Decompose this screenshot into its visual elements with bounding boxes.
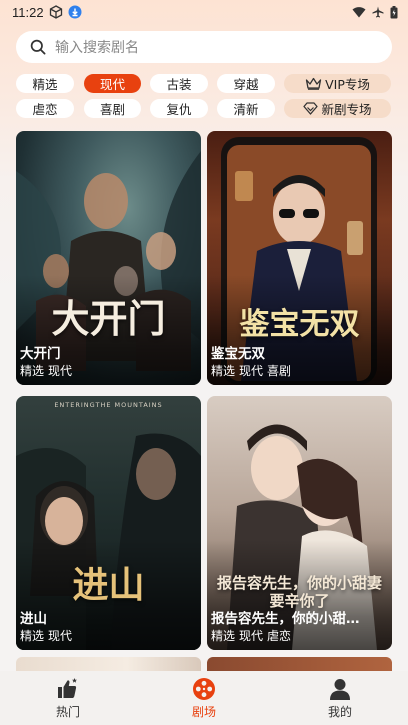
drama-tag: 现代 bbox=[239, 364, 264, 378]
drama-title: 大开门 bbox=[20, 346, 61, 362]
drama-tag: 现代 bbox=[239, 629, 264, 643]
drama-tags: 精选 现代 虐恋 bbox=[211, 627, 291, 644]
filter-chip-xiandai[interactable]: 现代 bbox=[84, 74, 141, 93]
bottom-nav: 热门 剧场 我的 bbox=[0, 671, 408, 725]
drama-tag: 喜剧 bbox=[267, 364, 292, 378]
drama-tag: 精选 bbox=[211, 364, 236, 378]
drama-tag: 精选 bbox=[20, 629, 45, 643]
drama-card[interactable]: 报告容先生，你的小甜妻要辛你了 报告容先生，你的小甜… 精选 现代 虐恋 bbox=[207, 396, 392, 650]
nav-item-theater[interactable]: 剧场 bbox=[154, 677, 254, 720]
drama-card-peek[interactable] bbox=[16, 657, 201, 671]
filter-chip-xiju[interactable]: 喜剧 bbox=[84, 99, 141, 118]
wifi-icon bbox=[352, 7, 366, 18]
search-icon bbox=[30, 39, 46, 55]
drama-title: 进山 bbox=[20, 611, 47, 627]
vip-zone-label: VIP专场 bbox=[325, 77, 370, 92]
nav-label-theater: 剧场 bbox=[191, 704, 216, 719]
poster-title-art: 报告容先生，你的小甜妻要辛你了 bbox=[216, 574, 382, 610]
drama-title: 鉴宝无双 bbox=[211, 346, 265, 362]
drama-tag: 现代 bbox=[48, 629, 73, 643]
filter-chip-jingxuan[interactable]: 精选 bbox=[16, 74, 74, 93]
drama-tags: 精选 现代 bbox=[20, 362, 72, 379]
nav-item-mine[interactable]: 我的 bbox=[290, 677, 390, 720]
filter-chip-fuchou[interactable]: 复仇 bbox=[150, 99, 208, 118]
new-drama-zone-label: 新剧专场 bbox=[321, 102, 372, 117]
poster-title-art: 大开门 bbox=[51, 296, 166, 341]
filter-chip-guzhuang[interactable]: 古装 bbox=[150, 74, 208, 93]
nav-label-hot: 热门 bbox=[55, 704, 80, 719]
user-icon bbox=[330, 678, 350, 700]
poster-title-art: 鉴宝无双 bbox=[239, 307, 360, 342]
drama-card-peek[interactable] bbox=[207, 657, 392, 671]
diamond-icon bbox=[303, 102, 319, 115]
drama-tag: 虐恋 bbox=[267, 629, 292, 643]
drama-card[interactable]: 鉴宝无双 鉴宝无双 精选 现代 喜剧 bbox=[207, 131, 392, 385]
search-input[interactable]: 输入搜索剧名 bbox=[16, 31, 392, 63]
status-time: 11:22 bbox=[12, 4, 44, 20]
download-icon bbox=[68, 5, 82, 19]
filter-chip-qingxin[interactable]: 清新 bbox=[217, 99, 275, 118]
drama-card[interactable]: 大开门 大开门 精选 现代 bbox=[16, 131, 201, 385]
filter-chip-chuanyue[interactable]: 穿越 bbox=[217, 74, 275, 93]
crown-icon bbox=[305, 77, 322, 90]
drama-card[interactable]: ENTERINGTHE MOUNTAINS 进山 进山 精选 现代 bbox=[16, 396, 201, 650]
drama-tag: 现代 bbox=[48, 364, 73, 378]
filter-chip-nuelian[interactable]: 虐恋 bbox=[16, 99, 74, 118]
search-placeholder: 输入搜索剧名 bbox=[55, 40, 139, 56]
battery-icon bbox=[390, 5, 398, 18]
drama-tags: 精选 现代 喜剧 bbox=[211, 362, 291, 379]
poster-caption: ENTERINGTHE MOUNTAINS bbox=[54, 401, 163, 409]
nav-label-mine: 我的 bbox=[327, 704, 352, 719]
new-drama-zone-button[interactable]: 新剧专场 bbox=[284, 99, 391, 118]
nav-item-hot[interactable]: 热门 bbox=[18, 677, 118, 720]
film-reel-icon bbox=[193, 677, 215, 700]
drama-title: 报告容先生，你的小甜… bbox=[211, 611, 360, 627]
poster-title-art: 进山 bbox=[72, 564, 145, 606]
status-bar: 11:22 bbox=[0, 0, 408, 24]
airplane-icon bbox=[372, 6, 384, 18]
drama-tag: 精选 bbox=[211, 629, 236, 643]
cube-icon bbox=[49, 5, 62, 19]
drama-tags: 精选 现代 bbox=[20, 627, 72, 644]
thumbs-up-icon bbox=[58, 677, 77, 698]
vip-zone-button[interactable]: VIP专场 bbox=[284, 74, 391, 93]
drama-tag: 精选 bbox=[20, 364, 45, 378]
